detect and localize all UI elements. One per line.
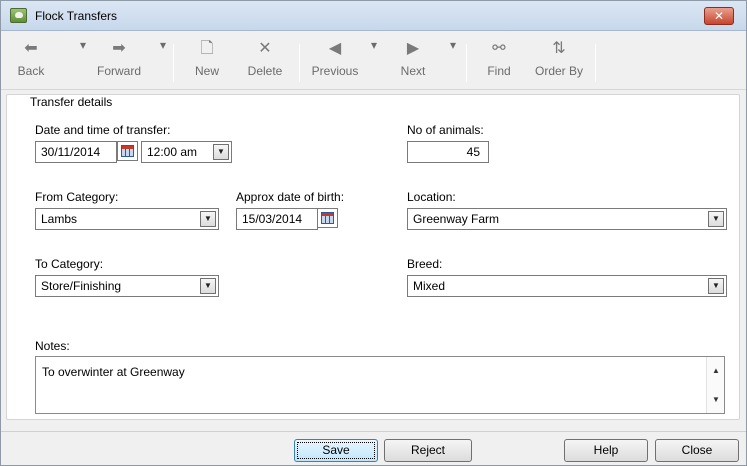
breed-label: Breed:	[407, 257, 443, 271]
app-icon	[10, 8, 27, 23]
toolbar-separator	[173, 44, 174, 82]
chevron-down-icon[interactable]: ▼	[213, 144, 229, 160]
previous-button[interactable]: ◀ Previous	[307, 38, 363, 86]
location-select[interactable]: Greenway Farm ▼	[407, 208, 727, 230]
location-label: Location:	[407, 190, 456, 204]
order-by-button[interactable]: ⇅ Order By	[529, 38, 589, 86]
chevron-down-icon[interactable]: ▼	[200, 278, 216, 294]
save-button[interactable]: Save	[294, 439, 378, 462]
breed-select[interactable]: Mixed ▼	[407, 275, 727, 297]
to-category-value: Store/Finishing	[41, 279, 122, 293]
from-category-value: Lambs	[41, 212, 78, 226]
transfer-time-select[interactable]: 12:00 am ▼	[141, 141, 232, 163]
notes-label: Notes:	[35, 339, 70, 353]
find-button[interactable]: ⚯ Find	[479, 38, 519, 86]
previous-dropdown-icon[interactable]: ▾	[371, 38, 377, 86]
toolbar-separator	[466, 44, 467, 82]
help-button[interactable]: Help	[564, 439, 648, 462]
back-dropdown-icon[interactable]: ▾	[80, 38, 86, 86]
chevron-down-icon[interactable]: ▼	[708, 278, 724, 294]
from-category-label: From Category:	[35, 190, 119, 204]
delete-x-icon: ✕	[258, 40, 272, 57]
toolbar: ⬅ Back ▾ ➡ Forward ▾ 🗋 New ✕ Delete ◀ Pr…	[1, 32, 746, 90]
location-value: Greenway Farm	[413, 212, 500, 226]
back-button[interactable]: ⬅ Back	[11, 38, 51, 86]
dob-field[interactable]: 15/03/2014	[236, 208, 318, 230]
calendar-icon	[321, 212, 334, 224]
close-button[interactable]: Close	[655, 439, 739, 462]
new-document-icon: 🗋	[200, 40, 214, 57]
date-time-label: Date and time of transfer:	[35, 123, 171, 137]
transfer-time-value: 12:00 am	[147, 145, 198, 159]
chevron-down-icon[interactable]: ▼	[200, 211, 216, 227]
new-button[interactable]: 🗋 New	[189, 38, 225, 86]
delete-button[interactable]: ✕ Delete	[243, 38, 287, 86]
title-bar: Flock Transfers ✕	[1, 1, 746, 31]
from-category-select[interactable]: Lambs ▼	[35, 208, 219, 230]
reject-button[interactable]: Reject	[384, 439, 472, 462]
dob-label: Approx date of birth:	[236, 190, 345, 204]
to-category-select[interactable]: Store/Finishing ▼	[35, 275, 219, 297]
group-title: Transfer details	[28, 95, 115, 109]
num-animals-field[interactable]: 45	[407, 141, 489, 163]
window-title: Flock Transfers	[35, 9, 118, 23]
toolbar-separator	[299, 44, 300, 82]
forward-dropdown-icon[interactable]: ▾	[160, 38, 166, 86]
transfer-date-calendar-button[interactable]	[117, 141, 138, 161]
arrow-right-icon: ➡	[112, 40, 126, 57]
toolbar-separator	[595, 44, 596, 82]
flock-transfers-window: Flock Transfers ✕ ⬅ Back ▾ ➡ Forward ▾ 🗋…	[0, 0, 747, 466]
triangle-left-icon: ◀	[328, 40, 342, 57]
scroll-up-icon[interactable]: ▲	[712, 366, 720, 375]
num-animals-label: No of animals:	[407, 123, 484, 137]
window-close-button[interactable]: ✕	[704, 7, 734, 25]
triangle-right-icon: ▶	[406, 40, 420, 57]
arrow-left-icon: ⬅	[24, 40, 38, 57]
transfer-date-field[interactable]: 30/11/2014	[35, 141, 117, 163]
notes-textarea[interactable]: To overwinter at Greenway ▲ ▼	[35, 356, 725, 414]
chevron-down-icon[interactable]: ▼	[708, 211, 724, 227]
next-button[interactable]: ▶ Next	[391, 38, 435, 86]
calendar-icon	[121, 145, 134, 157]
scroll-down-icon[interactable]: ▼	[712, 395, 720, 404]
sort-az-icon: ⇅	[552, 40, 566, 57]
breed-value: Mixed	[413, 279, 446, 293]
notes-scrollbar[interactable]: ▲ ▼	[706, 357, 724, 413]
dob-calendar-button[interactable]	[317, 208, 338, 228]
next-dropdown-icon[interactable]: ▾	[450, 38, 456, 86]
binoculars-icon: ⚯	[492, 40, 506, 57]
footer-divider	[1, 431, 746, 432]
to-category-label: To Category:	[35, 257, 104, 271]
forward-button[interactable]: ➡ Forward	[93, 38, 145, 86]
notes-text: To overwinter at Greenway	[42, 365, 185, 379]
